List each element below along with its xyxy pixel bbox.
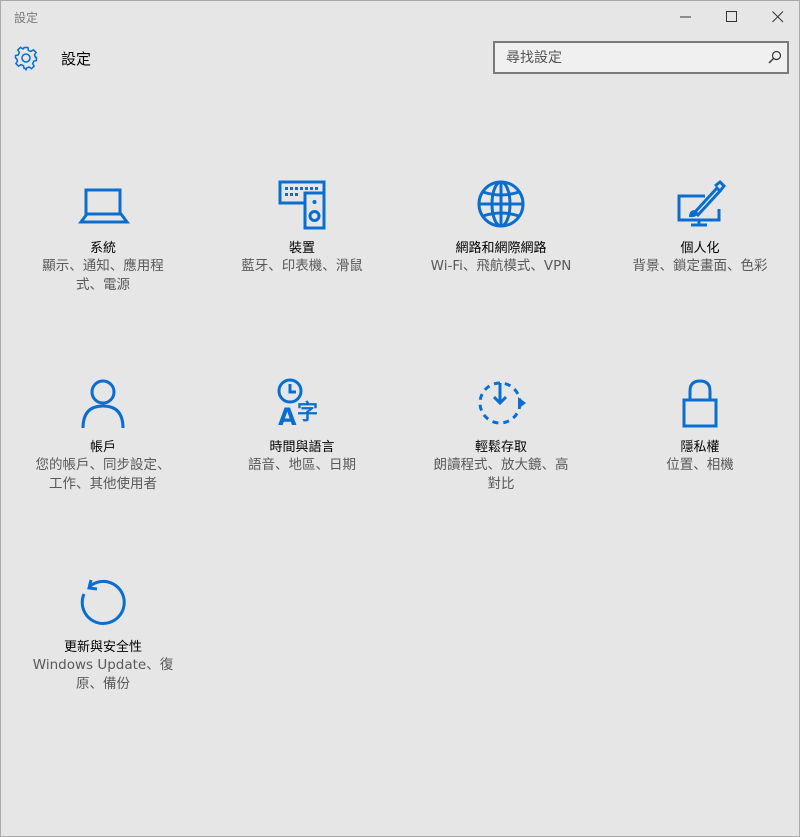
tile-description: Wi-Fi、飛航模式、VPN	[412, 257, 590, 276]
tile-personalization[interactable]: 個人化 背景、鎖定畫面、色彩	[605, 179, 795, 329]
tile-network[interactable]: 網路和網際網路 Wi-Fi、飛航模式、VPN	[406, 179, 596, 329]
clock-language-icon: A 字	[277, 378, 329, 431]
desc-line: Wi-Fi、飛航模式、VPN	[430, 258, 572, 274]
search-box[interactable]	[493, 41, 789, 74]
tile-title: 輕鬆存取	[474, 440, 527, 455]
tile-system[interactable]: 系統 顯示、通知、應用程 式、電源	[8, 179, 198, 329]
title-bar[interactable]: 設定	[1, 1, 799, 32]
tile-description: 藍牙、印表機、滑鼠	[223, 257, 381, 276]
tile-title: 時間與語言	[269, 440, 335, 455]
tile-ease-of-access[interactable]: 輕鬆存取 朗讀程式、放大鏡、高 對比	[406, 378, 596, 528]
desc-line: 位置、相機	[666, 457, 734, 473]
search-input[interactable]	[495, 43, 755, 72]
tile-title: 更新與安全性	[63, 640, 142, 655]
desc-line: 顯示、通知、應用程	[42, 258, 164, 274]
maximize-icon	[726, 11, 737, 22]
character-zi-glyph: 字	[297, 400, 318, 424]
person-icon	[78, 378, 130, 430]
tile-title: 系統	[89, 241, 116, 256]
desc-line: 原、備份	[76, 676, 130, 692]
tile-description: 語音、地區、日期	[223, 456, 381, 475]
page-title: 設定	[61, 50, 92, 68]
desc-line: 式、電源	[76, 277, 130, 293]
maximize-button[interactable]	[709, 1, 755, 32]
minimize-button[interactable]	[663, 1, 709, 32]
refresh-arrow-icon	[78, 578, 130, 630]
tile-title: 網路和網際網路	[455, 241, 547, 256]
search-icon[interactable]	[768, 50, 782, 64]
window-title: 設定	[14, 11, 39, 25]
desc-line: 對比	[487, 476, 515, 492]
tile-devices[interactable]: 裝置 藍牙、印表機、滑鼠	[207, 179, 397, 329]
keyboard-speaker-icon	[277, 179, 329, 231]
laptop-icon	[78, 179, 130, 231]
desc-line: 背景、鎖定畫面、色彩	[632, 258, 768, 274]
settings-window: 設定 設定 尋找設定 系統 顯示、通知、應用程 式、電源 裝置 藍牙、印表機、滑…	[0, 0, 800, 837]
tile-description: Windows Update、復 原、備份	[14, 656, 192, 694]
tile-title: 隱私權	[680, 440, 720, 455]
tile-description: 朗讀程式、放大鏡、高 對比	[422, 456, 580, 494]
tile-accounts[interactable]: 帳戶 您的帳戶、同步設定、 工作、其他使用者	[8, 378, 198, 528]
tile-time-language[interactable]: A 字 時間與語言 語音、地區、日期	[207, 378, 397, 528]
desc-line: 朗讀程式、放大鏡、高	[433, 457, 569, 473]
paintbrush-monitor-icon	[675, 179, 727, 231]
tile-title: 裝置	[288, 241, 315, 256]
desc-line: 語音、地區、日期	[248, 457, 356, 473]
minimize-icon	[680, 16, 691, 18]
desc-line: 工作、其他使用者	[49, 476, 157, 492]
close-button[interactable]	[755, 1, 800, 32]
tile-privacy[interactable]: 隱私權 位置、相機	[605, 378, 795, 528]
desc-line: 藍牙、印表機、滑鼠	[241, 258, 363, 274]
tile-update-security[interactable]: 更新與安全性 Windows Update、復 原、備份	[8, 578, 198, 728]
tile-title: 帳戶	[89, 440, 116, 455]
tile-description: 顯示、通知、應用程 式、電源	[24, 257, 182, 295]
tile-description: 位置、相機	[621, 456, 779, 475]
tile-description: 您的帳戶、同步設定、 工作、其他使用者	[24, 456, 182, 494]
timer-arrow-icon	[476, 378, 528, 430]
desc-line: 您的帳戶、同步設定、	[35, 457, 171, 473]
globe-icon	[476, 179, 528, 231]
desc-line: Windows Update、復	[32, 657, 174, 673]
gear-icon	[13, 45, 39, 71]
tile-title: 個人化	[680, 241, 720, 256]
tile-description: 背景、鎖定畫面、色彩	[611, 257, 789, 276]
padlock-icon	[675, 378, 727, 430]
close-icon	[772, 11, 784, 23]
letter-a-glyph: A	[278, 403, 297, 431]
